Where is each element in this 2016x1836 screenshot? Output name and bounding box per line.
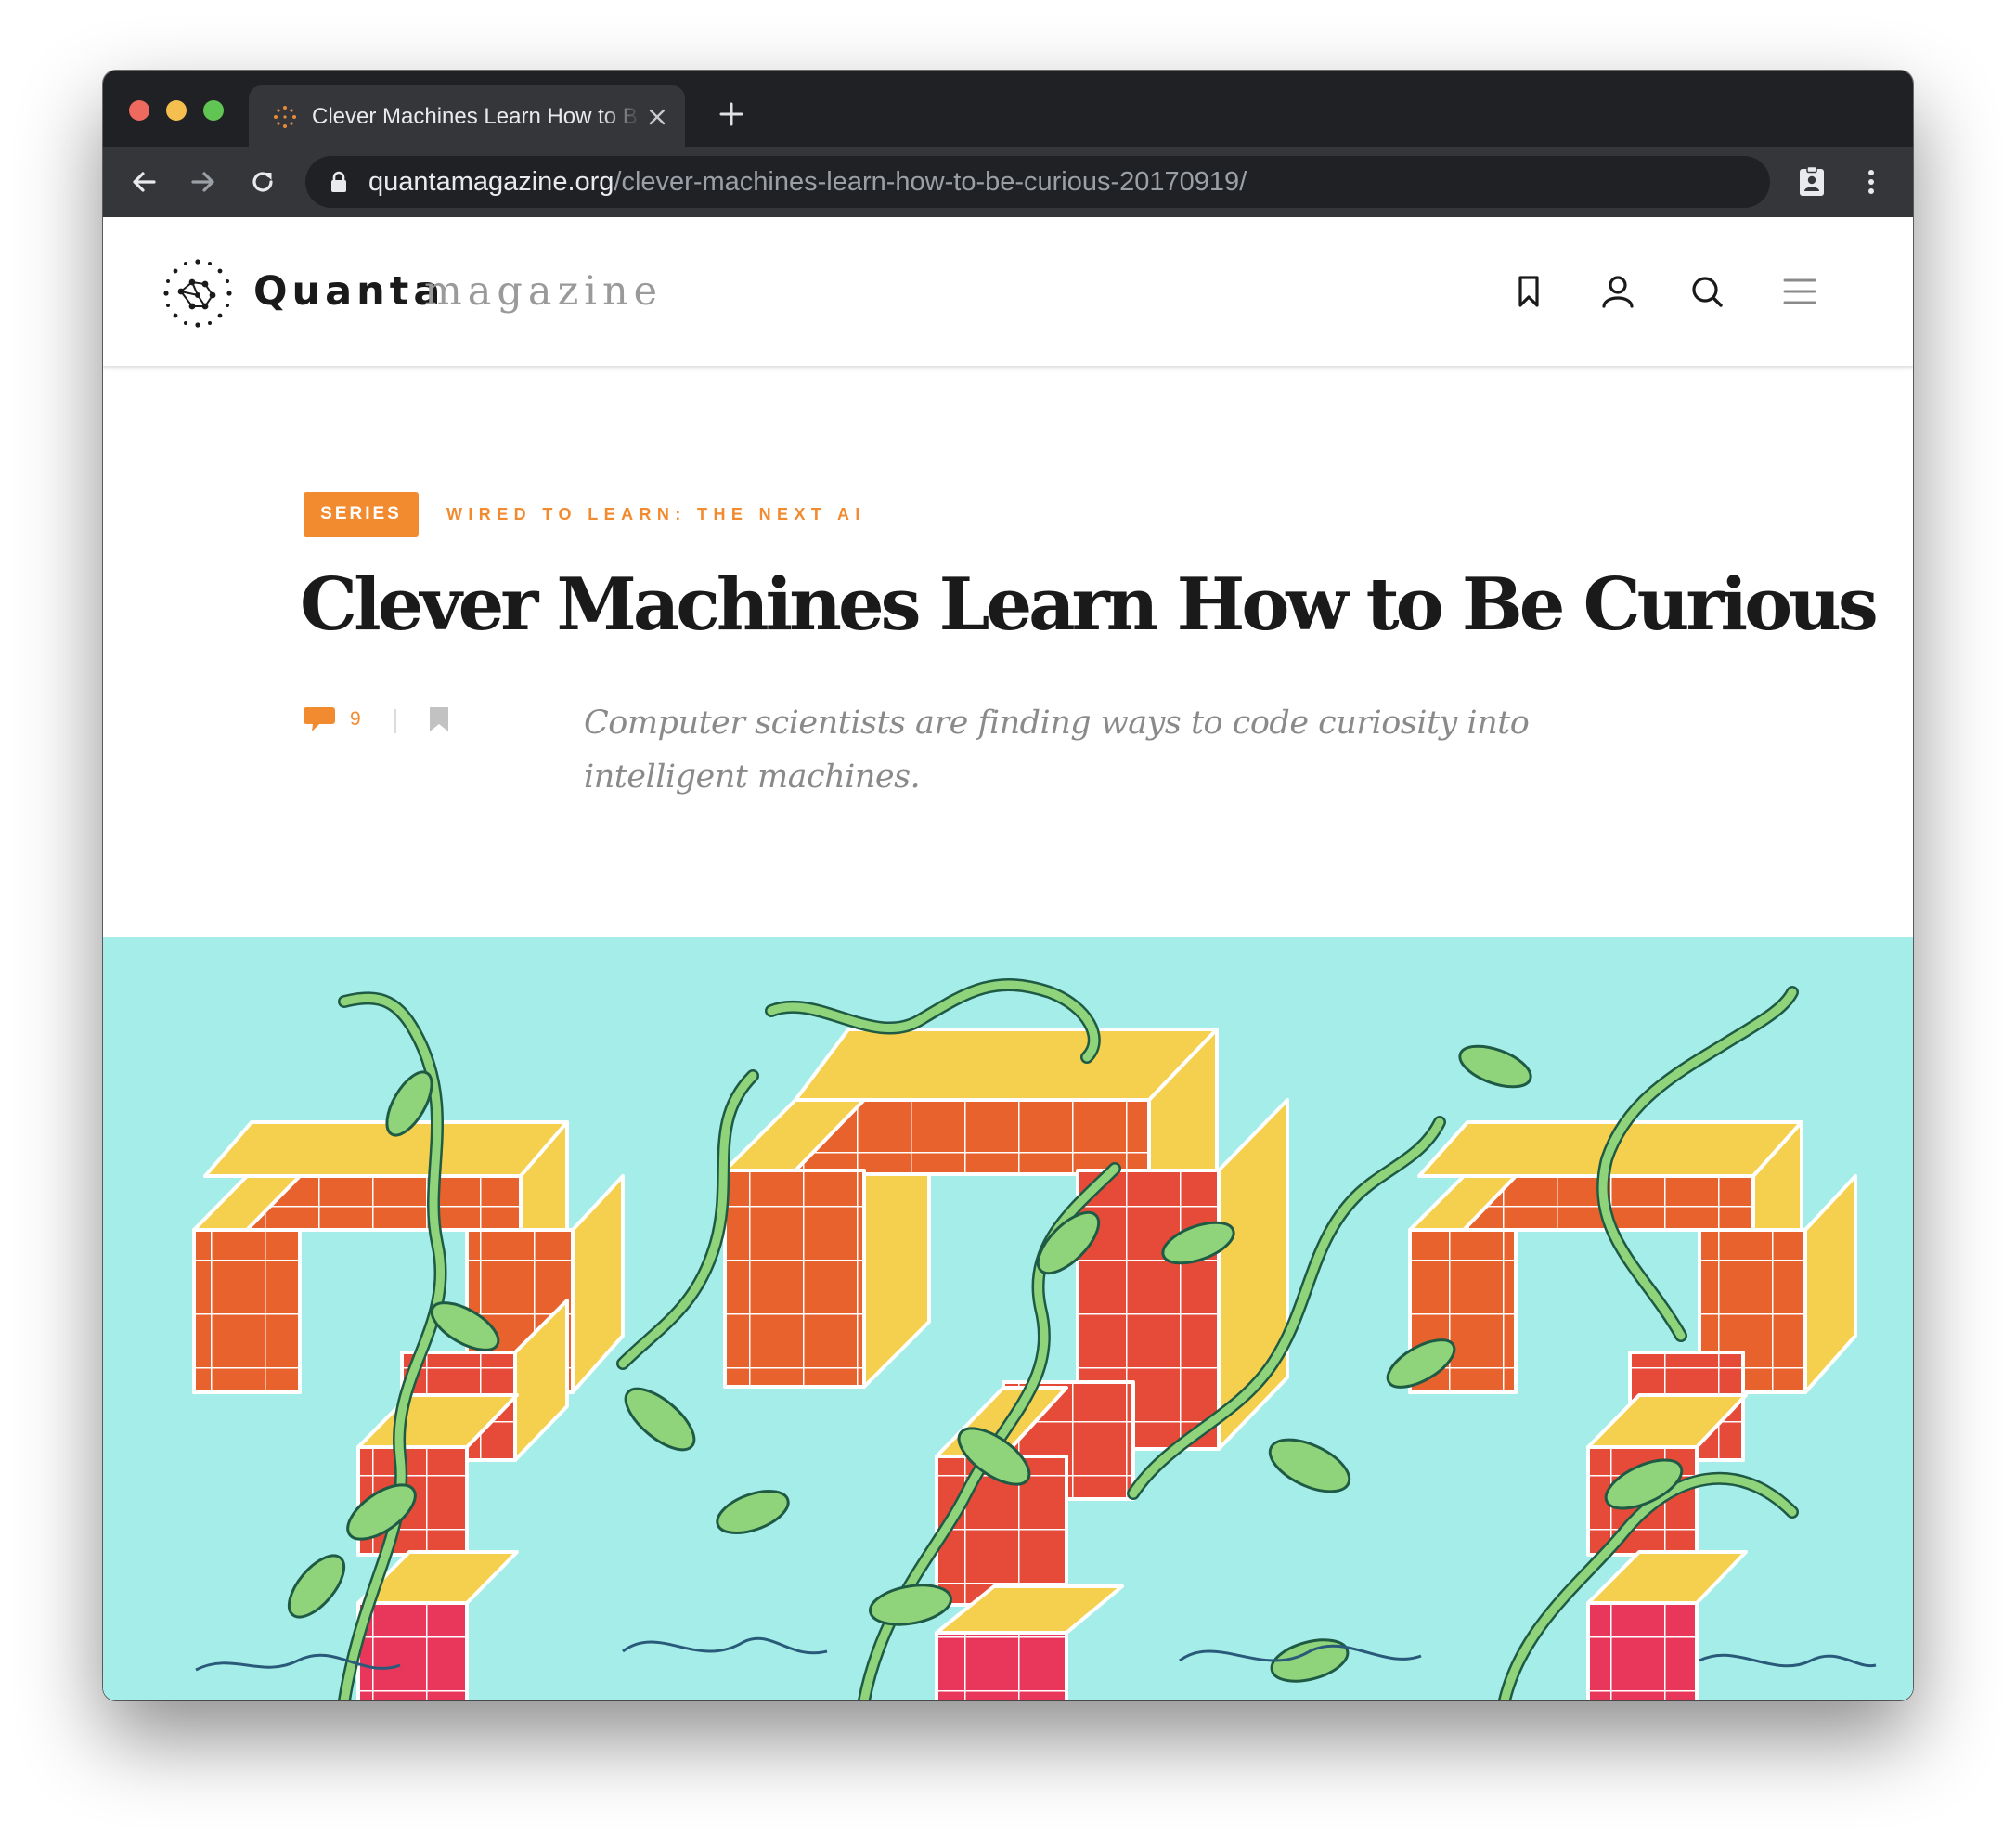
reload-icon[interactable] bbox=[246, 165, 279, 199]
address-bar[interactable]: quantamagazine.org/clever-machines-learn… bbox=[305, 156, 1770, 208]
browser-toolbar: quantamagazine.org/clever-machines-learn… bbox=[103, 147, 1913, 217]
logo-wordmark-magazine[interactable]: magazine bbox=[424, 265, 663, 317]
quanta-favicon-icon bbox=[274, 106, 296, 128]
search-icon[interactable] bbox=[1688, 273, 1725, 310]
url-path: /clever-machines-learn-how-to-be-curious… bbox=[614, 167, 1247, 197]
url-text: quantamagazine.org/clever-machines-learn… bbox=[368, 165, 1247, 199]
tab-active[interactable]: Clever Machines Learn How to Be Curious bbox=[249, 85, 685, 147]
minimize-window-button[interactable] bbox=[166, 100, 187, 121]
site-header: Quanta magazine bbox=[103, 217, 1913, 367]
tab-title-fade bbox=[601, 98, 640, 136]
question-mark-center bbox=[723, 1028, 1289, 1700]
close-window-button[interactable] bbox=[129, 100, 149, 121]
question-mark-right bbox=[1408, 1120, 1857, 1700]
series-title-link[interactable]: WIRED TO LEARN: THE NEXT AI bbox=[446, 501, 866, 527]
extension-badge-icon[interactable] bbox=[1795, 165, 1829, 199]
comment-bubble-icon[interactable] bbox=[303, 705, 336, 734]
article-headline: Clever Machines Learn How to Be Curious bbox=[300, 562, 1879, 647]
question-marks-illustration bbox=[192, 978, 1877, 1700]
logo-wordmark-quanta[interactable]: Quanta bbox=[253, 265, 445, 317]
close-tab-icon[interactable] bbox=[646, 106, 668, 128]
comment-count[interactable]: 9 bbox=[350, 705, 361, 733]
user-icon[interactable] bbox=[1599, 273, 1636, 310]
zoom-window-button[interactable] bbox=[203, 100, 224, 121]
meta-divider bbox=[394, 709, 396, 733]
bookmark-icon[interactable] bbox=[1510, 273, 1547, 310]
quanta-logo-icon[interactable] bbox=[161, 256, 235, 330]
new-tab-icon[interactable] bbox=[717, 100, 745, 128]
back-arrow-icon[interactable] bbox=[127, 165, 161, 199]
save-article-bookmark-icon[interactable] bbox=[426, 705, 452, 733]
menu-icon[interactable] bbox=[1781, 273, 1818, 310]
web-page: Quanta magazine SERIES WIRED TO LEARN: T… bbox=[103, 217, 1913, 1700]
tab-strip: Clever Machines Learn How to Be Curious bbox=[103, 71, 1913, 147]
article-dek: Computer scientists are finding ways to … bbox=[584, 705, 1530, 795]
forward-arrow-icon[interactable] bbox=[187, 165, 220, 199]
browser-window: Clever Machines Learn How to Be Curious bbox=[103, 71, 1913, 1700]
hero-illustration bbox=[103, 937, 1913, 1700]
series-badge[interactable]: SERIES bbox=[304, 492, 419, 537]
tab-title: Clever Machines Learn How to Be Curious bbox=[312, 104, 639, 129]
lock-icon bbox=[331, 171, 346, 192]
url-host: quantamagazine.org bbox=[368, 167, 614, 197]
kebab-menu-icon[interactable] bbox=[1854, 165, 1888, 199]
